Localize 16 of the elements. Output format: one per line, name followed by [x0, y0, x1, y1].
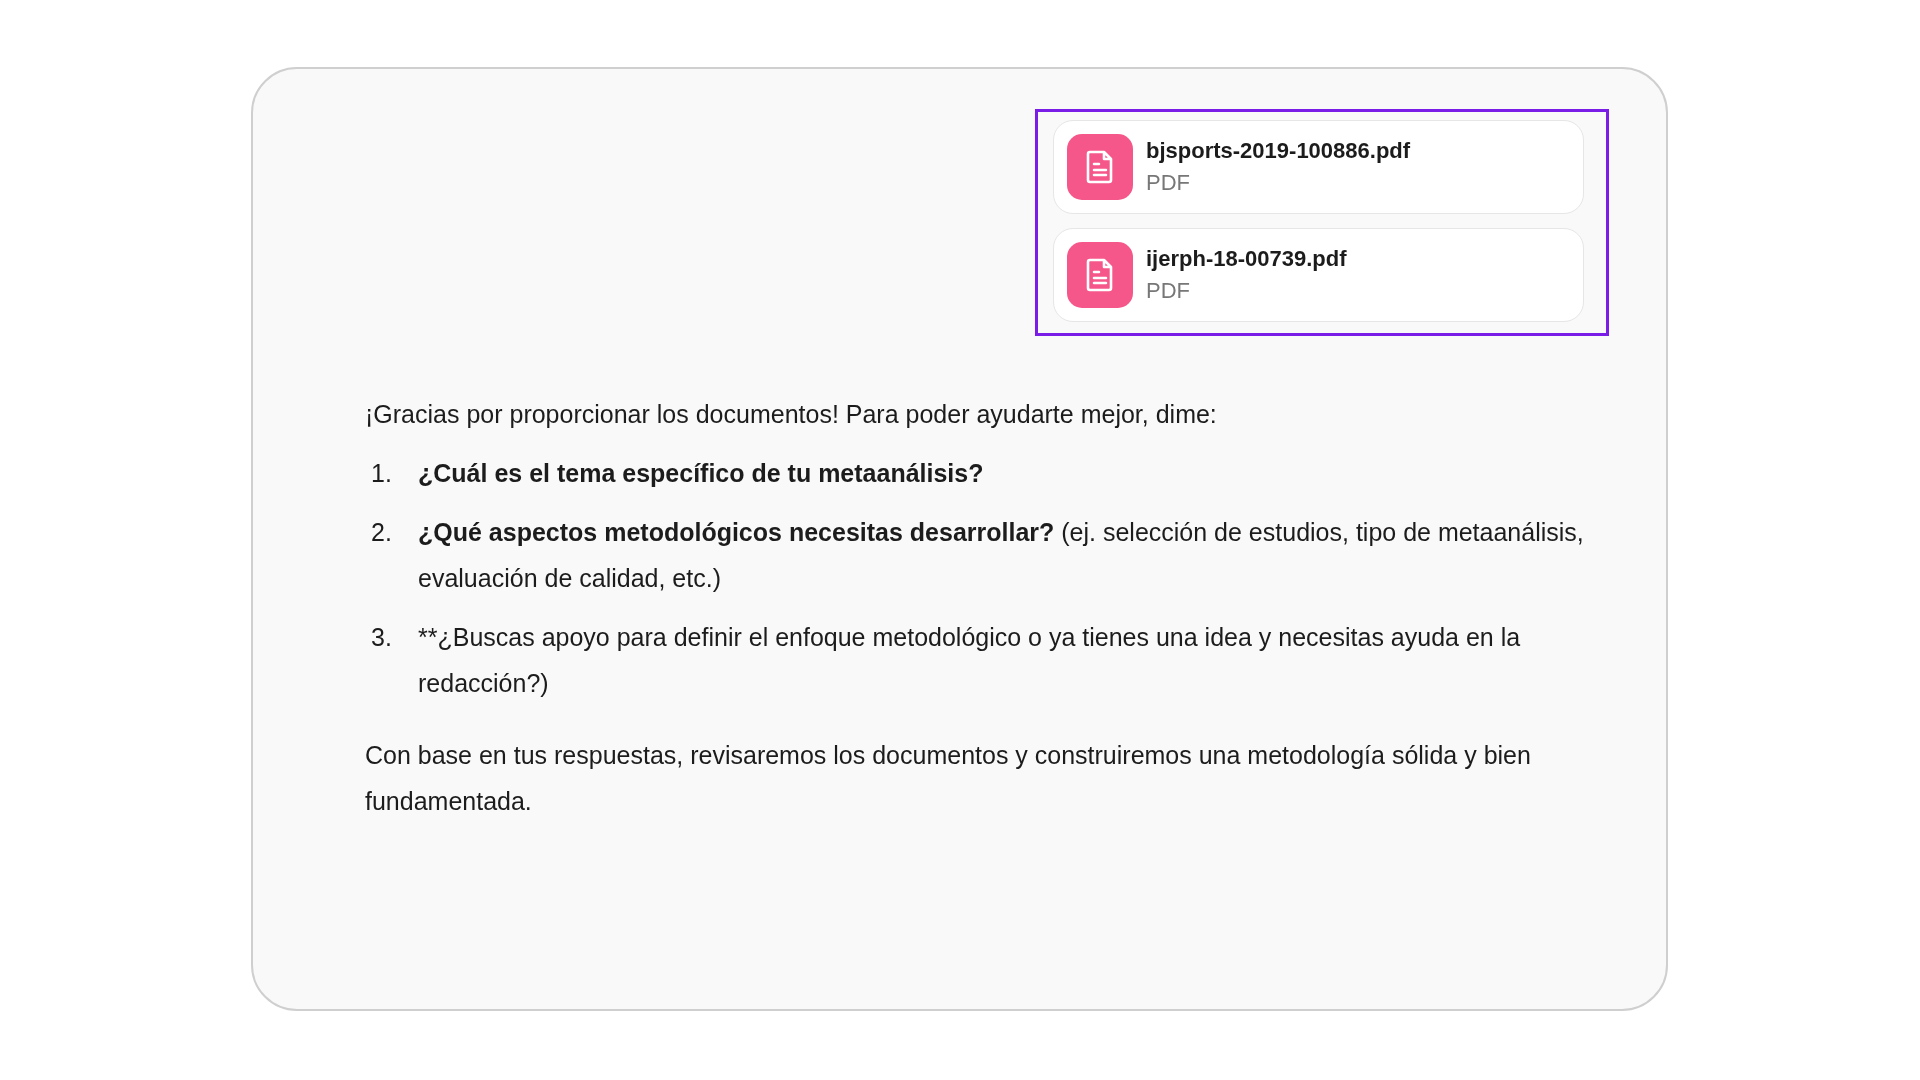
list-number: 3. [370, 622, 393, 653]
file-type: PDF [1146, 170, 1191, 196]
file-type: PDF [1146, 278, 1191, 304]
file-name: ijerph-18-00739.pdf [1146, 246, 1347, 272]
message-paragraph: Con base en tus respuestas, revisaremos los documentos y construiremos una metodología sólida y bien fundamentada. [365, 740, 1532, 817]
list-item-text: ¿Cuál es el tema específico de tu metaanálisis? [418, 458, 985, 489]
file-attachment[interactable]: ijerph-18-00739.pdf PDF [1053, 228, 1584, 322]
list-number: 1. [370, 458, 393, 489]
list-item-text: **¿Buscas apoyo para definir el enfoque metodológico o ya tienes una idea y necesitas ayuda en la redacción?) [418, 622, 1522, 699]
document-icon [1067, 134, 1133, 200]
list-number: 2. [370, 517, 393, 548]
list-item-text: ¿Qué aspectos metodológicos necesitas desarrollar? (ej. selección de estudios, tipo de metaanálisis, evaluación de calidad, etc.) [418, 517, 1585, 594]
file-attachment[interactable]: bjsports-2019-100886.pdf PDF [1053, 120, 1584, 214]
file-name: bjsports-2019-100886.pdf [1146, 138, 1411, 164]
message-paragraph: ¡Gracias por proporcionar los documentos! Para poder ayudarte mejor, dime: [365, 399, 1218, 430]
document-icon [1067, 242, 1133, 308]
